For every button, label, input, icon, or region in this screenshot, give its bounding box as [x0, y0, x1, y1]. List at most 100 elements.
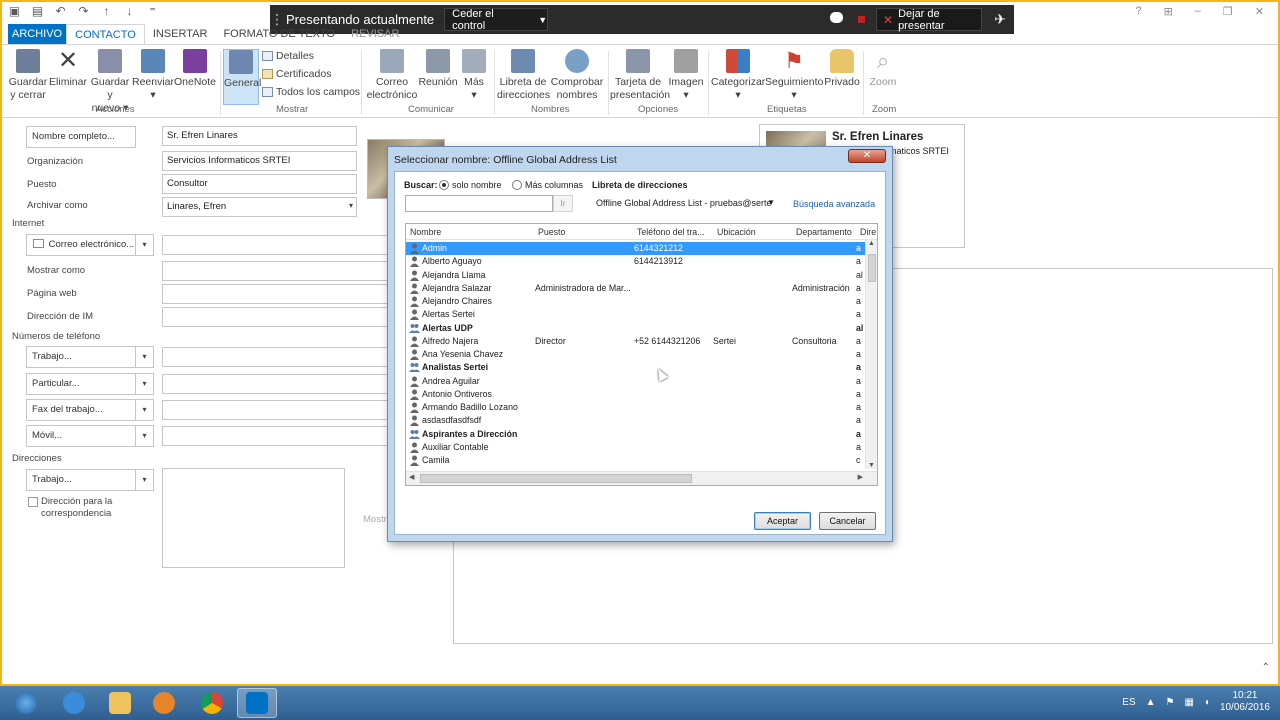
clock[interactable]: 10:21 10/06/2016	[1220, 690, 1270, 714]
zoom-button[interactable]: ⌕ Zoom	[866, 49, 900, 89]
chat-icon[interactable]	[830, 12, 843, 23]
more-columns-radio[interactable]	[512, 180, 522, 190]
column-header-email[interactable]: Dire	[860, 227, 876, 237]
volume-icon[interactable]: ◖	[1204, 697, 1210, 708]
list-item[interactable]: Analistas Sertei a	[406, 361, 866, 374]
collapse-ribbon-icon[interactable]: ⌃	[1262, 662, 1270, 673]
email-button[interactable]: Correo electrónico	[366, 49, 418, 102]
list-item[interactable]: Admin 6144321212 a	[406, 242, 866, 255]
email-type-dropdown[interactable]: Correo electrónico... ▾	[26, 234, 154, 256]
down-arrow-icon[interactable]: ↓	[123, 5, 136, 18]
follow-up-button[interactable]: ⚑ Seguimiento ▾	[765, 49, 823, 102]
address-type-dropdown[interactable]: Trabajo... ▾	[26, 469, 154, 491]
taskbar-chrome[interactable]	[192, 688, 232, 718]
scroll-left-icon[interactable]: ◀	[409, 473, 414, 481]
stop-presenting-button[interactable]: ✕ Dejar de presentar	[876, 8, 982, 32]
up-arrow-icon[interactable]: ↑	[100, 5, 113, 18]
vertical-scroll-thumb[interactable]	[868, 254, 876, 282]
help-icon[interactable]: ?	[1135, 5, 1141, 18]
tab-insertar[interactable]: INSERTAR	[145, 24, 216, 44]
address-field[interactable]	[162, 468, 345, 568]
list-item[interactable]: Auxiliar Contable a	[406, 441, 866, 454]
app-menu-icon[interactable]: ▣	[8, 5, 21, 18]
redo-icon[interactable]: ↷	[77, 5, 90, 18]
organization-field[interactable]: Servicios Informaticos SRTEI	[162, 151, 357, 171]
picture-button[interactable]: Imagen ▾	[666, 49, 706, 102]
horizontal-scroll-thumb[interactable]	[420, 474, 692, 483]
list-item[interactable]: Alejandra Salazar Administradora de Mar..…	[406, 282, 866, 295]
onenote-button[interactable]: OneNote	[174, 49, 216, 89]
meeting-button[interactable]: Reunión	[418, 49, 458, 89]
pin-icon[interactable]: ✈	[994, 11, 1006, 28]
business-card-button[interactable]: Tarjeta de presentación	[610, 49, 670, 102]
forward-button[interactable]: Reenviar ▾	[132, 49, 174, 102]
mailing-address-checkbox[interactable]	[28, 497, 38, 507]
show-hidden-icons-icon[interactable]: ▲	[1146, 697, 1156, 708]
scroll-down-icon[interactable]: ▼	[868, 462, 875, 469]
taskbar-explorer[interactable]	[100, 688, 140, 718]
full-name-field[interactable]: Sr. Efren Linares	[162, 126, 357, 146]
list-item[interactable]: Alberto Aguayo 6144213912 a	[406, 255, 866, 268]
list-item[interactable]: Alejandra Llama al	[406, 269, 866, 282]
list-item[interactable]: Alejandro Chaires a	[406, 295, 866, 308]
accept-button[interactable]: Aceptar	[754, 512, 811, 530]
certificates-button[interactable]: Certificados	[262, 68, 331, 80]
check-names-button[interactable]: Comprobar nombres	[549, 49, 605, 102]
minimize-icon[interactable]: –	[1195, 5, 1201, 18]
ribbon-display-icon[interactable]: ⊞	[1164, 5, 1173, 18]
tab-contacto[interactable]: CONTACTO	[66, 24, 145, 44]
taskbar-outlook[interactable]	[237, 688, 277, 718]
address-list[interactable]: Nombre Puesto Teléfono del tra... Ubicac…	[405, 223, 878, 486]
job-title-field[interactable]: Consultor	[162, 174, 357, 194]
customize-qat-icon[interactable]: ⁼	[146, 5, 159, 18]
column-header-phone[interactable]: Teléfono del tra...	[637, 227, 704, 237]
list-item[interactable]: Andrea Aguilar a	[406, 375, 866, 388]
file-as-dropdown[interactable]: Linares, Efren ▾	[162, 197, 357, 217]
column-header-location[interactable]: Ubicación	[717, 227, 756, 237]
network-icon[interactable]: ▦	[1184, 697, 1193, 708]
phone-fax-dropdown[interactable]: Fax del trabajo... ▾	[26, 399, 154, 421]
details-button[interactable]: Detalles	[262, 50, 314, 62]
taskbar-ie[interactable]	[54, 688, 94, 718]
general-button[interactable]: General	[223, 49, 261, 105]
vertical-scrollbar[interactable]: ▲ ▼	[865, 240, 877, 469]
private-button[interactable]: Privado	[823, 49, 861, 89]
start-button[interactable]	[6, 688, 46, 718]
address-book-button[interactable]: Libreta de direcciones	[497, 49, 550, 102]
delete-button[interactable]: ✕ Eliminar	[48, 49, 88, 89]
list-item[interactable]: Aspirantes a Dirección a	[406, 428, 866, 441]
list-item[interactable]: Alertas UDP al	[406, 322, 866, 335]
list-item[interactable]: Antonio Ontiveros a	[406, 388, 866, 401]
list-item[interactable]: Alertas Sertei a	[406, 308, 866, 321]
dialog-close-button[interactable]: ✕	[848, 149, 886, 163]
list-item[interactable]: asdasdfasdfsdf a	[406, 414, 866, 427]
list-item[interactable]: Ana Yesenia Chavez a	[406, 348, 866, 361]
scroll-right-icon[interactable]: ▶	[858, 473, 863, 481]
more-button[interactable]: Más ▾	[458, 49, 490, 102]
column-header-name[interactable]: Nombre	[410, 227, 441, 237]
give-control-dropdown[interactable]: Ceder el control ▼	[444, 8, 549, 32]
close-icon[interactable]: ✕	[1255, 5, 1264, 18]
list-item[interactable]: Armando Badillo Lozano a	[406, 401, 866, 414]
restore-icon[interactable]: ❐	[1223, 5, 1233, 18]
column-header-department[interactable]: Departamento	[796, 227, 852, 237]
all-fields-button[interactable]: Todos los campos	[262, 86, 360, 98]
cancel-button[interactable]: Cancelar	[819, 512, 876, 530]
undo-icon[interactable]: ↶	[54, 5, 67, 18]
horizontal-scrollbar[interactable]: ◀ ▶	[406, 471, 877, 485]
full-name-button[interactable]: Nombre completo...	[26, 126, 136, 148]
address-book-dropdown[interactable]: Offline Global Address List - pruebas@se…	[592, 195, 777, 212]
tab-revisar[interactable]: REVISAR	[343, 24, 407, 44]
save-icon[interactable]: ▤	[31, 5, 44, 18]
phone-mobile-dropdown[interactable]: Móvil... ▾	[26, 425, 154, 447]
phone-home-dropdown[interactable]: Particular... ▾	[26, 373, 154, 395]
list-item[interactable]: Camila c	[406, 454, 866, 467]
column-header-title[interactable]: Puesto	[538, 227, 565, 237]
search-input[interactable]	[405, 195, 553, 212]
taskbar-media-player[interactable]	[144, 688, 184, 718]
save-close-button[interactable]: Guardar y cerrar	[8, 49, 48, 102]
action-center-icon[interactable]: ⚑	[1165, 697, 1174, 708]
language-indicator[interactable]: ES	[1122, 697, 1135, 708]
tab-archivo[interactable]: ARCHIVO	[8, 24, 67, 44]
categorize-button[interactable]: Categorizar ▾	[711, 49, 765, 102]
